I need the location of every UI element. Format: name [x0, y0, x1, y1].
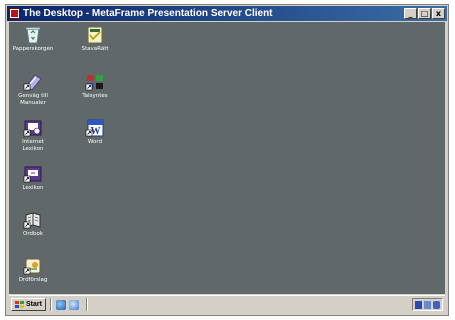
desktop-icon-internet-lexikon[interactable]: Internet Lexikon: [9, 119, 62, 152]
icon-label: Talsyntes: [82, 93, 108, 99]
system-tray: [412, 298, 443, 311]
desktop-icon-ordbok[interactable]: Ordbok: [9, 211, 62, 238]
word-icon: W: [85, 119, 105, 137]
title-bar[interactable]: The Desktop - MetaFrame Presentation Ser…: [7, 6, 447, 21]
desktop-icon-word[interactable]: W Word: [66, 119, 124, 146]
icon-label: Genväg till Manualer: [18, 93, 48, 106]
close-button[interactable]: x: [432, 8, 445, 19]
remote-desktop: Papperskorgen StavaRätt Genväg till Manu…: [9, 22, 445, 294]
start-label: Start: [26, 301, 42, 308]
app-icon[interactable]: [9, 8, 20, 19]
window-controls: _ □ x: [404, 8, 445, 19]
recycle-bin-icon: [23, 26, 43, 44]
start-button[interactable]: Start: [11, 298, 46, 311]
desktop-icon-talsyntes[interactable]: Talsyntes: [66, 73, 124, 100]
window-title: The Desktop - MetaFrame Presentation Ser…: [23, 8, 273, 19]
desktop-icon-stavaratt[interactable]: StavaRätt: [66, 26, 124, 53]
taskbar-separator: [85, 298, 88, 311]
icon-label: Papperskorgen: [12, 46, 54, 52]
maximize-button[interactable]: □: [418, 8, 431, 19]
citrix-client-window: The Desktop - MetaFrame Presentation Ser…: [5, 4, 449, 316]
desktop-icon-lexikon[interactable]: Lexikon: [9, 165, 62, 192]
taskbar-separator: [49, 298, 52, 311]
icon-label: Word: [87, 139, 103, 145]
speech-synthesis-icon: [85, 73, 105, 91]
spell-check-icon: [85, 26, 105, 44]
minimize-button[interactable]: _: [404, 8, 417, 19]
icon-label: Ordbok: [22, 231, 44, 237]
icon-label: StavaRätt: [81, 46, 109, 52]
desktop-icon-ordforslag[interactable]: Ordförslag: [9, 257, 62, 284]
desktop-icon-manualer[interactable]: Genväg till Manualer: [9, 73, 62, 106]
manuals-shortcut-icon: [23, 73, 43, 91]
desktop-icon-papperskorgen[interactable]: Papperskorgen: [9, 26, 62, 53]
network-icon[interactable]: [415, 300, 422, 309]
icon-label: Internet Lexikon: [22, 139, 44, 152]
lexicon-icon: [23, 165, 43, 183]
internet-explorer-icon[interactable]: [55, 299, 66, 310]
outlook-express-icon[interactable]: [68, 299, 79, 310]
taskbar: Start: [9, 295, 445, 313]
volume-icon[interactable]: [424, 300, 431, 309]
icon-label: Lexikon: [22, 185, 44, 191]
icon-label: Ordförslag: [18, 277, 48, 283]
security-icon[interactable]: [433, 300, 440, 309]
windows-logo-icon: [15, 300, 24, 309]
internet-lexicon-icon: [23, 119, 43, 137]
dictionary-icon: [23, 211, 43, 229]
word-suggestion-icon: [23, 257, 43, 275]
